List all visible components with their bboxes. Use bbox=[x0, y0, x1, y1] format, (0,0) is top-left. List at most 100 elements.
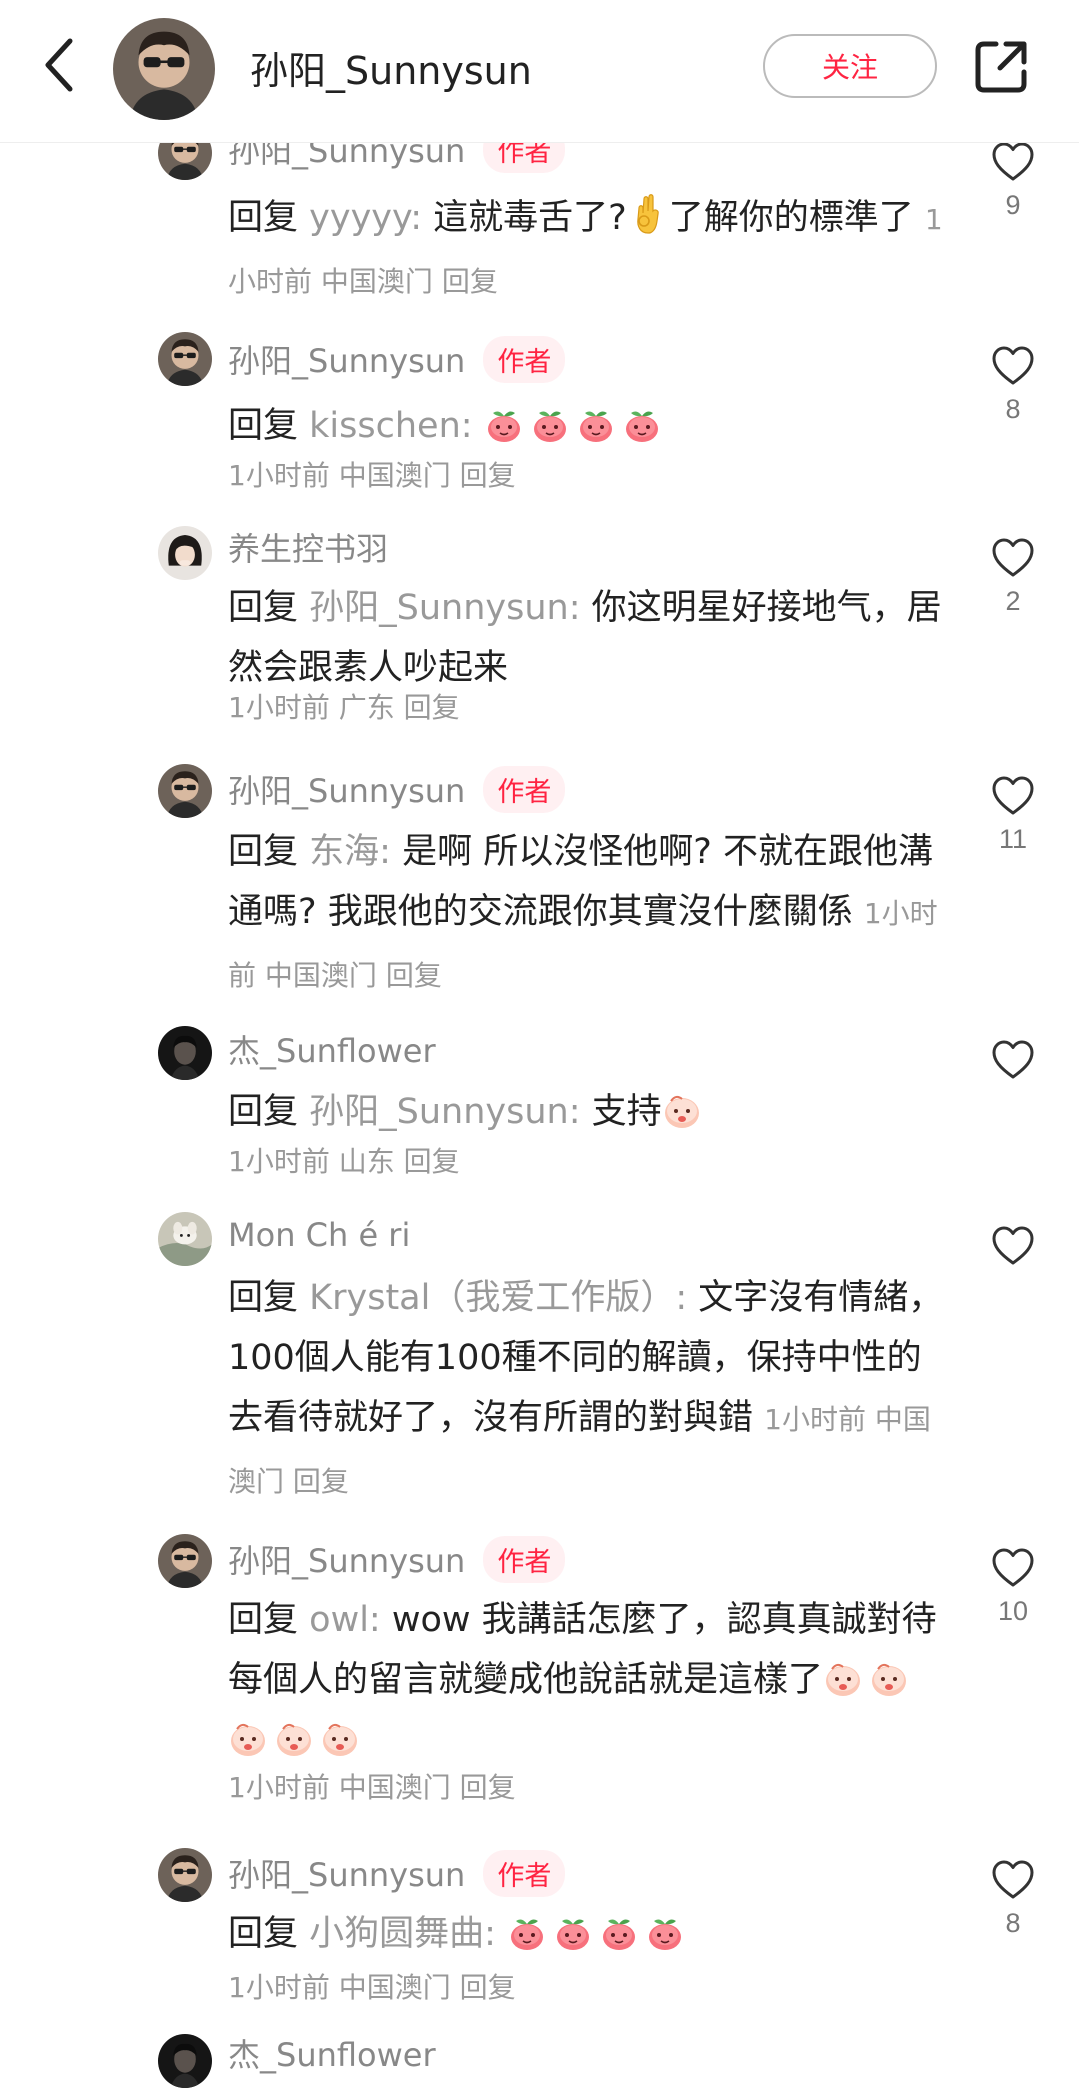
share-button[interactable] bbox=[970, 36, 1032, 98]
like-button[interactable] bbox=[978, 1036, 1048, 1088]
comment-content-cont: 了解你的標準了 bbox=[668, 198, 914, 238]
comment-meta: 1小时前 山东 回复 bbox=[228, 1142, 460, 1182]
comment-username[interactable]: Mon Ch é ri bbox=[228, 1216, 410, 1254]
author-badge: 作者 bbox=[483, 765, 566, 813]
like-button[interactable]: 9 bbox=[978, 138, 1048, 221]
comment-username[interactable]: 养生控书羽 bbox=[228, 524, 388, 570]
comment-meta: 1小时前 中国澳门 回复 bbox=[228, 456, 516, 496]
comment-text: 回复 孙阳_Sunnysun: 你这明星好接地气，居然会跟素人吵起来 bbox=[228, 578, 948, 698]
reply-action[interactable]: 回复 bbox=[460, 1771, 516, 1804]
reply-action[interactable]: 回复 bbox=[442, 265, 498, 298]
reply-prefix: 回复 bbox=[228, 588, 299, 628]
heart-outline-icon bbox=[989, 1222, 1037, 1270]
reply-prefix: 回复 bbox=[228, 1914, 299, 1954]
comment-time: 1小时前 bbox=[228, 691, 330, 724]
author-badge: 作者 bbox=[483, 1849, 566, 1897]
comment-text: 回复 yyyyy: 這就毒舌了? 了解你的標準了 1小时前 中国澳门 回复 bbox=[228, 188, 948, 312]
reply-action[interactable]: 回复 bbox=[404, 691, 460, 724]
comment-username[interactable]: 孙阳_Sunnysun bbox=[228, 766, 465, 812]
comment-meta: 1小时前 广东 回复 bbox=[228, 688, 460, 728]
comment-time: 1小时前 bbox=[228, 459, 330, 492]
comment-username[interactable]: 孙阳_Sunnysun bbox=[228, 1850, 465, 1896]
peach-sticker-icon bbox=[622, 405, 662, 445]
comment-text: 回复 kisschen: bbox=[228, 396, 948, 456]
comment-username[interactable]: 杰_Sunflower bbox=[228, 2030, 436, 2076]
like-count: 8 bbox=[1005, 394, 1021, 424]
top-nav-bar: 孙阳_Sunnysun 关注 bbox=[0, 0, 1079, 143]
like-button[interactable] bbox=[978, 1222, 1048, 1274]
reply-prefix: 回复 bbox=[228, 198, 299, 238]
like-button[interactable]: 8 bbox=[978, 342, 1048, 425]
reply-target[interactable]: kisschen: bbox=[309, 406, 472, 446]
comment-meta: 1小时前 中国澳门 回复 bbox=[228, 1968, 516, 2008]
comment-location: 中国澳门 bbox=[338, 1971, 451, 2004]
reply-action[interactable]: 回复 bbox=[293, 1465, 349, 1498]
reply-action[interactable]: 回复 bbox=[386, 959, 442, 992]
reply-action[interactable]: 回复 bbox=[460, 459, 516, 492]
peach-sticker-icon bbox=[484, 405, 524, 445]
peach-sticker-icon bbox=[553, 1913, 593, 1953]
reply-target[interactable]: Krystal（我爱工作版）: bbox=[309, 1278, 687, 1318]
like-count: 2 bbox=[1005, 586, 1021, 616]
author-badge: 作者 bbox=[483, 335, 566, 383]
reply-target[interactable]: 小狗圆舞曲: bbox=[309, 1914, 496, 1954]
like-button[interactable]: 11 bbox=[978, 772, 1048, 855]
peach-sticker-icon bbox=[662, 1091, 702, 1131]
avatar[interactable] bbox=[158, 1848, 212, 1902]
reply-target[interactable]: 孙阳_Sunnysun: bbox=[309, 1092, 580, 1132]
reply-prefix: 回复 bbox=[228, 1278, 299, 1318]
heart-outline-icon bbox=[989, 534, 1037, 582]
author-avatar[interactable] bbox=[113, 18, 215, 120]
comment-location: 中国澳门 bbox=[264, 959, 377, 992]
back-button[interactable] bbox=[30, 30, 90, 100]
reply-action[interactable]: 回复 bbox=[404, 1145, 460, 1178]
comment-meta: 1小时前 中国澳门 回复 bbox=[228, 1768, 516, 1808]
reply-target[interactable]: 东海: bbox=[309, 832, 391, 872]
comment-location: 中国澳门 bbox=[320, 265, 433, 298]
heart-outline-icon bbox=[989, 1856, 1037, 1904]
comment-username[interactable]: 杰_Sunflower bbox=[228, 1026, 436, 1072]
peach-sticker-icon bbox=[599, 1913, 639, 1953]
avatar[interactable] bbox=[158, 332, 212, 386]
avatar[interactable] bbox=[158, 1534, 212, 1588]
chevron-left-icon bbox=[45, 38, 73, 92]
like-count: 9 bbox=[1005, 190, 1021, 220]
reply-target[interactable]: owl: bbox=[309, 1600, 381, 1640]
comment-content: 這就毒舌了? bbox=[433, 198, 627, 238]
heart-outline-icon bbox=[989, 772, 1037, 820]
comment-time: 1小时前 bbox=[228, 1145, 330, 1178]
like-button[interactable]: 2 bbox=[978, 534, 1048, 617]
comment-location: 广东 bbox=[338, 691, 395, 724]
comment-text: 回复 东海: 是啊 所以沒怪他啊? 不就在跟他溝通嗎? 我跟他的交流跟你其實沒什… bbox=[228, 822, 948, 1006]
comment-username[interactable]: 孙阳_Sunnysun bbox=[228, 336, 465, 382]
reply-target[interactable]: yyyyy: bbox=[309, 198, 422, 238]
comment-time: 1小时前 bbox=[228, 1971, 330, 2004]
heart-outline-icon bbox=[989, 1036, 1037, 1084]
reply-action[interactable]: 回复 bbox=[460, 1971, 516, 2004]
reply-target[interactable]: 孙阳_Sunnysun: bbox=[309, 588, 580, 628]
peach-sticker-icon bbox=[274, 1719, 314, 1759]
avatar[interactable] bbox=[158, 1026, 212, 1080]
avatar[interactable] bbox=[158, 1212, 212, 1266]
peach-sticker-icon bbox=[645, 1913, 685, 1953]
avatar[interactable] bbox=[158, 2034, 212, 2088]
comment-username[interactable]: 孙阳_Sunnysun bbox=[228, 1536, 465, 1582]
follow-button[interactable]: 关注 bbox=[763, 34, 937, 98]
peach-sticker-icon bbox=[507, 1913, 547, 1953]
heart-outline-icon bbox=[989, 1544, 1037, 1592]
author-username[interactable]: 孙阳_Sunnysun bbox=[250, 40, 532, 95]
peach-sticker-icon bbox=[576, 405, 616, 445]
comment-time: 1小时前 bbox=[228, 1771, 330, 1804]
peach-sticker-icon bbox=[320, 1719, 360, 1759]
like-button[interactable]: 8 bbox=[978, 1856, 1048, 1939]
avatar[interactable] bbox=[158, 526, 212, 580]
share-icon bbox=[975, 41, 1027, 93]
reply-prefix: 回复 bbox=[228, 1092, 299, 1132]
comment-list[interactable]: 孙阳_Sunnysun 作者 回复 yyyyy: 這就毒舌了? 了解你的標準了 1… bbox=[0, 0, 1079, 2096]
author-badge: 作者 bbox=[483, 1535, 566, 1583]
avatar[interactable] bbox=[158, 764, 212, 818]
comment-text: 回复 owl: wow 我講話怎麼了，認真真誠對待每個人的留言就變成他說話就是這… bbox=[228, 1590, 948, 1770]
like-button[interactable]: 10 bbox=[978, 1544, 1048, 1627]
comment-text: 回复 Krystal（我爱工作版）: 文字沒有情緒，100個人能有100種不同的… bbox=[228, 1268, 948, 1512]
like-count: 11 bbox=[998, 824, 1028, 854]
